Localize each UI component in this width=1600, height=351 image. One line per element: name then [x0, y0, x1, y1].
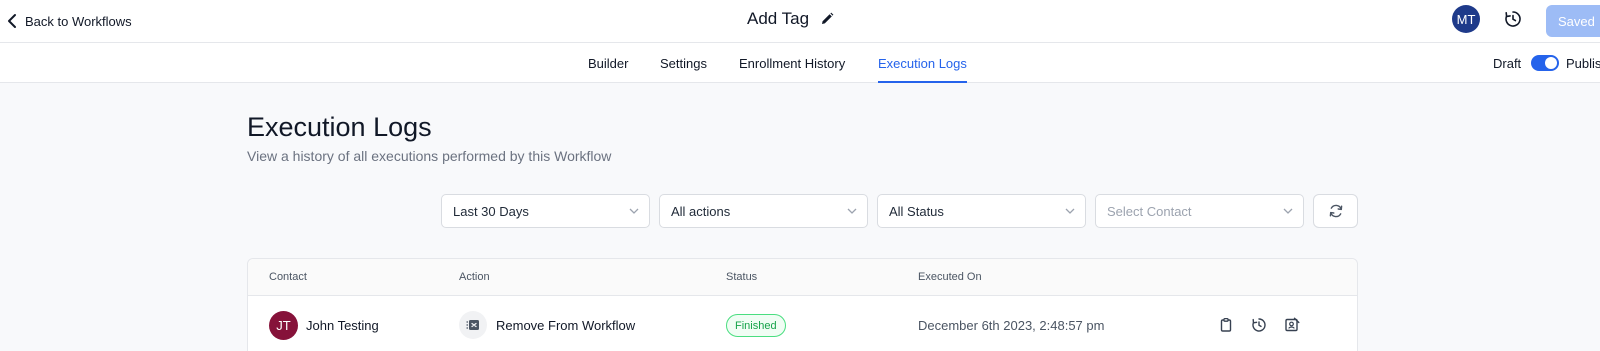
date-range-select[interactable]: Last 30 Days: [441, 194, 650, 228]
column-header-action: Action: [459, 271, 490, 283]
top-bar: Back to Workflows Add Tag MT Saved: [0, 0, 1600, 43]
clipboard-icon[interactable]: [1218, 317, 1234, 333]
column-header-contact: Contact: [269, 271, 307, 283]
pencil-icon[interactable]: [820, 12, 834, 26]
action-name: Remove From Workflow: [496, 318, 636, 333]
contact-details-icon[interactable]: [1284, 317, 1300, 333]
tab-enrollment-history[interactable]: Enrollment History: [739, 43, 845, 83]
workflow-title-group: Add Tag: [747, 9, 834, 29]
back-label: Back to Workflows: [25, 13, 132, 29]
history-icon[interactable]: [1504, 10, 1522, 28]
execution-logs-table: Contact Action Status Executed On JT Joh…: [247, 258, 1358, 351]
draft-label: Draft: [1493, 56, 1522, 71]
page-title: Execution Logs: [247, 112, 432, 142]
history-icon[interactable]: [1251, 317, 1267, 333]
saved-button[interactable]: Saved: [1546, 5, 1600, 37]
refresh-icon: [1329, 204, 1342, 218]
contact-placeholder: Select Contact: [1107, 203, 1192, 219]
action-type-icon: [459, 311, 487, 339]
status-value: All Status: [889, 203, 944, 219]
chevron-down-icon: [1283, 208, 1293, 214]
status-badge: Finished: [726, 314, 786, 337]
publish-label: Publish: [1566, 56, 1600, 71]
remove-from-workflow-icon: [466, 320, 479, 330]
chevron-down-icon: [1065, 208, 1075, 214]
tab-execution-logs[interactable]: Execution Logs: [878, 43, 967, 83]
executed-on-value: December 6th 2023, 2:48:57 pm: [918, 318, 1105, 333]
user-avatar[interactable]: MT: [1452, 5, 1480, 33]
tab-builder[interactable]: Builder: [588, 43, 628, 83]
workflow-title: Add Tag: [747, 9, 810, 28]
contact-name[interactable]: John Testing: [306, 318, 379, 333]
refresh-button[interactable]: [1313, 194, 1358, 228]
tab-bar: Builder Settings Enrollment History Exec…: [0, 43, 1600, 83]
actions-select[interactable]: All actions: [659, 194, 868, 228]
contact-select[interactable]: Select Contact: [1095, 194, 1304, 228]
table-row[interactable]: JT John Testing Remove From Workflow Fin…: [248, 296, 1357, 351]
status-select[interactable]: All Status: [877, 194, 1086, 228]
page-subtitle: View a history of all executions perform…: [247, 148, 612, 164]
actions-value: All actions: [671, 203, 731, 219]
publish-toggle[interactable]: [1531, 55, 1559, 71]
tab-settings[interactable]: Settings: [660, 43, 707, 83]
date-range-value: Last 30 Days: [453, 203, 529, 219]
chevron-down-icon: [629, 208, 639, 214]
back-to-workflows-link[interactable]: Back to Workflows: [6, 10, 132, 32]
column-header-executed-on: Executed On: [918, 271, 982, 283]
column-header-status: Status: [726, 271, 758, 283]
contact-avatar: JT: [269, 311, 298, 340]
chevron-left-icon: [8, 14, 16, 28]
chevron-down-icon: [847, 208, 857, 214]
table-header: Contact Action Status Executed On: [248, 259, 1357, 296]
